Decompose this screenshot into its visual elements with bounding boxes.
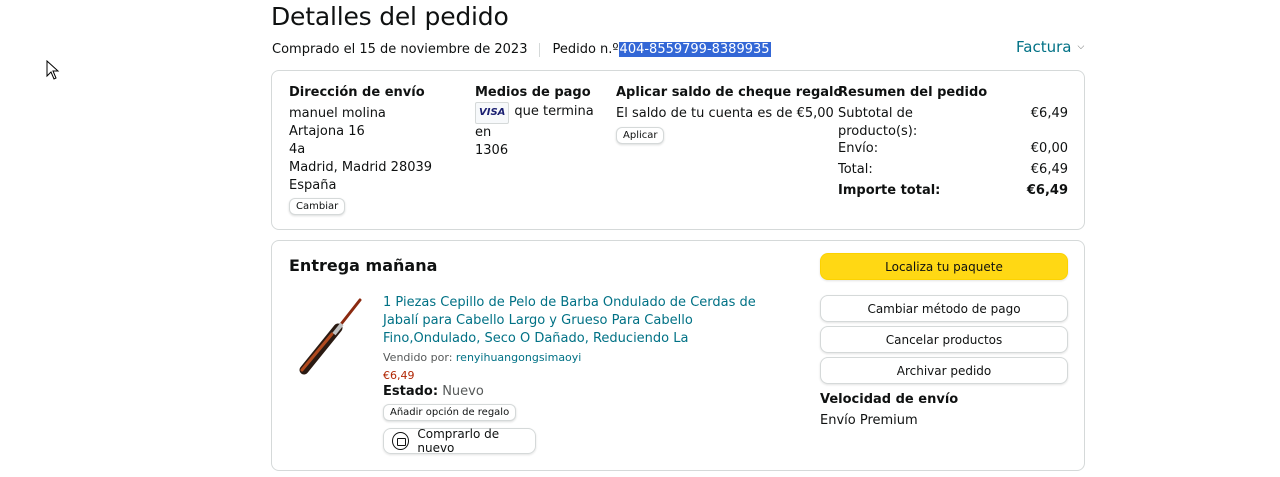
address-line: Artajona 16 — [289, 124, 365, 139]
invoice-label: Factura — [1016, 38, 1072, 56]
gift-balance: El saldo de tu cuenta es de €5,00 — [616, 106, 834, 121]
order-info-line: Comprado el 15 de noviembre de 2023 Pedi… — [272, 42, 771, 57]
purchase-date: Comprado el 15 de noviembre de 2023 — [272, 42, 528, 57]
gift-card-title: Aplicar saldo de cheque regalo — [616, 85, 843, 100]
shipping-title: Dirección de envío — [289, 85, 425, 100]
chevron-down-icon: ⌵ — [1077, 42, 1085, 52]
payment-method: VISA que termina en 1306 — [475, 102, 605, 160]
order-summary-card: Dirección de envío manuel molina Artajon… — [271, 70, 1085, 230]
condition-label: Estado: — [383, 384, 439, 399]
divider — [539, 42, 541, 57]
summary-label: Envío: — [838, 141, 879, 156]
summary-label: Subtotal de producto(s): — [838, 106, 918, 139]
address-line: Madrid, Madrid 28039 — [289, 160, 433, 175]
address-line: manuel molina — [289, 106, 386, 121]
change-payment-button[interactable]: Cambiar método de pago — [820, 295, 1068, 322]
product-title-link[interactable]: 1 Piezas Cepillo de Pelo de Barba Ondula… — [383, 294, 778, 348]
delivery-title: Entrega mañana — [289, 256, 438, 275]
buy-again-label: Comprarlo de nuevo — [417, 427, 500, 455]
summary-label: Importe total: — [838, 183, 941, 198]
summary-value: €6,49 — [1026, 183, 1068, 198]
add-gift-option-button[interactable]: Añadir opción de regalo — [383, 404, 517, 421]
summary-row-shipping: Envío: €0,00 — [838, 140, 1068, 158]
summary-value: €0,00 — [1030, 141, 1068, 156]
card-last-digits: 1306 — [475, 143, 509, 158]
page-title: Detalles del pedido — [271, 2, 509, 31]
address-line: España — [289, 178, 337, 193]
order-number[interactable]: 404-8559799-8389935 — [618, 42, 771, 57]
product-image[interactable] — [292, 296, 368, 376]
condition-value: Nuevo — [442, 384, 484, 399]
payment-title: Medios de pago — [475, 85, 591, 100]
order-label: Pedido n.º — [552, 42, 619, 57]
shipping-address: manuel molina Artajona 16 4a Madrid, Mad… — [289, 105, 432, 195]
buy-again-button[interactable]: Comprarlo de nuevo — [383, 427, 536, 455]
summary-row-subtotal: Subtotal de producto(s): €6,49 — [838, 105, 1068, 141]
buy-again-icon — [392, 432, 410, 450]
shipping-speed-title: Velocidad de envío — [820, 392, 959, 407]
summary-value: €6,49 — [1030, 162, 1068, 177]
change-address-button[interactable]: Cambiar — [289, 198, 346, 215]
summary-label: Total: — [838, 162, 873, 177]
shipping-speed-value: Envío Premium — [820, 413, 918, 428]
summary-row-grand-total: Importe total: €6,49 — [838, 182, 1068, 200]
summary-title: Resumen del pedido — [838, 85, 988, 100]
product-price: €6,49 — [383, 369, 415, 382]
invoice-dropdown[interactable]: Factura ⌵ — [1016, 38, 1084, 56]
apply-button[interactable]: Aplicar — [616, 127, 665, 144]
sold-by-label: Vendido por: — [383, 351, 453, 364]
product-condition: Estado: Nuevo — [383, 384, 484, 399]
summary-value: €6,49 — [1030, 106, 1068, 121]
seller-info: Vendido por: renyihuangongsimaoyi — [383, 351, 581, 364]
seller-link[interactable]: renyihuangongsimaoyi — [456, 351, 581, 364]
summary-row-total: Total: €6,49 — [838, 161, 1068, 179]
address-line: 4a — [289, 142, 306, 157]
track-package-button[interactable]: Localiza tu paquete — [820, 253, 1068, 280]
mouse-cursor-icon — [46, 60, 60, 80]
delivery-card: Entrega mañana 1 Piezas Cepillo de Pelo … — [271, 240, 1085, 471]
visa-icon: VISA — [475, 102, 510, 124]
archive-order-button[interactable]: Archivar pedido — [820, 357, 1068, 384]
cancel-items-button[interactable]: Cancelar productos — [820, 326, 1068, 353]
